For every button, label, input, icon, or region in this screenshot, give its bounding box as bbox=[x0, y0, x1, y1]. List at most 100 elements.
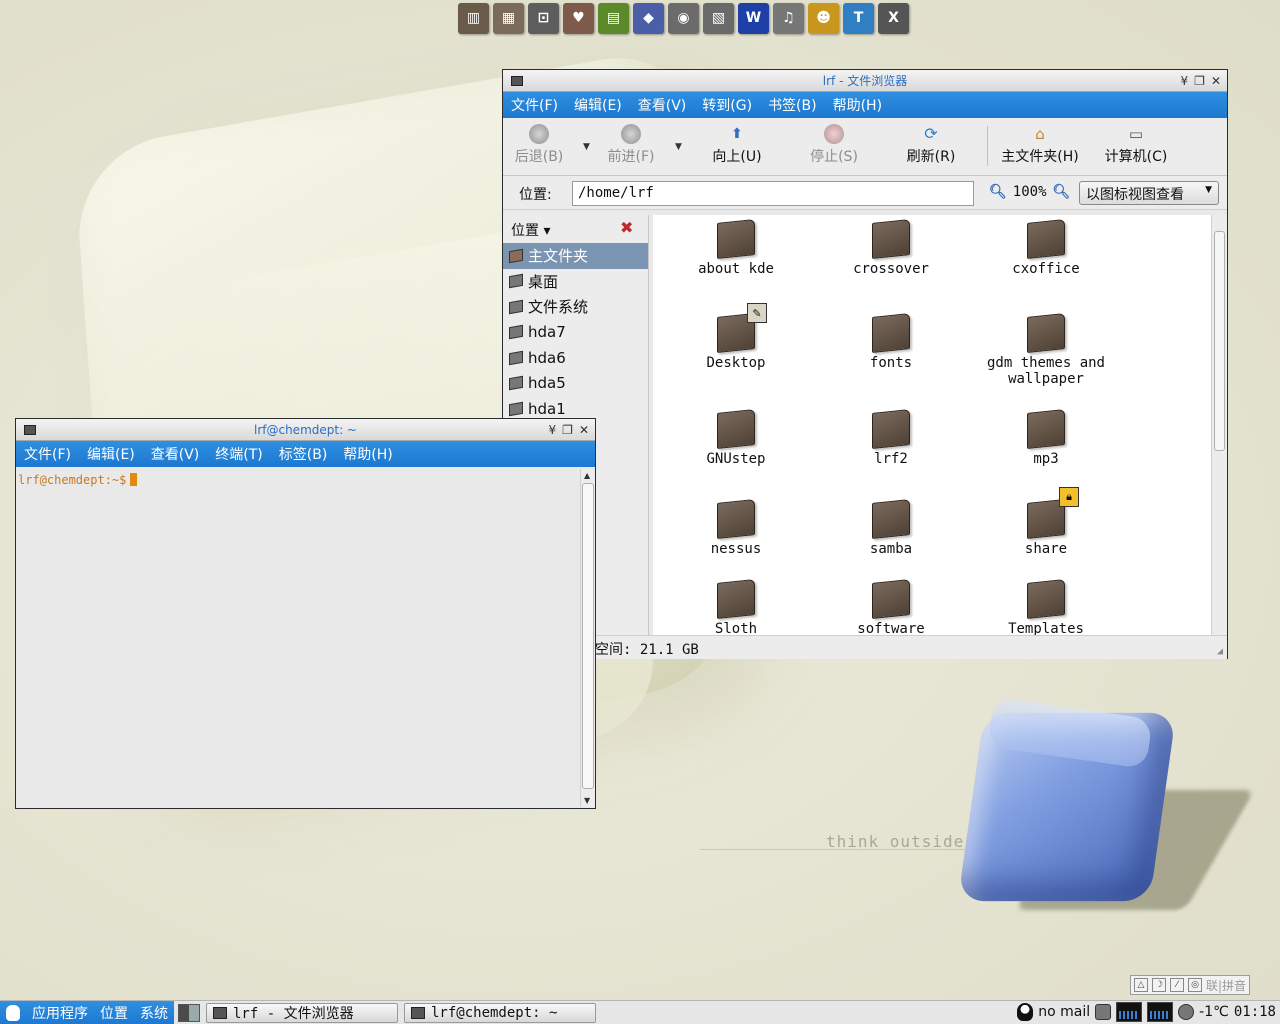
penguin-icon[interactable]: △ bbox=[1134, 978, 1148, 992]
computer-button[interactable]: ▭ 计算机(C) bbox=[1101, 124, 1171, 166]
system-menu[interactable]: 系统 bbox=[140, 1003, 168, 1023]
clock[interactable]: 01:18 bbox=[1234, 1004, 1276, 1020]
menu-file[interactable]: 文件(F) bbox=[503, 95, 566, 115]
menu-help[interactable]: 帮助(H) bbox=[335, 444, 400, 464]
folder-item[interactable]: fonts bbox=[816, 313, 966, 371]
scrollbar-thumb[interactable] bbox=[582, 483, 594, 789]
folder-item[interactable]: GNUstep bbox=[661, 409, 811, 467]
folder-item[interactable]: Sloth bbox=[661, 579, 811, 635]
side-pane-item[interactable]: hda5 bbox=[503, 371, 648, 397]
folder-item[interactable]: Desktop bbox=[661, 313, 811, 371]
terminal-term-icon[interactable]: T bbox=[843, 2, 874, 34]
gimp-icon[interactable]: ◉ bbox=[668, 2, 699, 34]
menu-terminal[interactable]: 终端(T) bbox=[207, 444, 270, 464]
resize-grip-icon[interactable]: ◢ bbox=[1217, 646, 1223, 657]
network-icon[interactable] bbox=[1095, 1004, 1112, 1020]
punctuation-icon[interactable]: ⁄ bbox=[1170, 978, 1184, 992]
back-button[interactable]: 后退(B) bbox=[511, 124, 567, 166]
applications-menu[interactable]: 应用程序 bbox=[32, 1003, 88, 1023]
back-history-dropdown[interactable]: ▼ bbox=[583, 142, 590, 152]
cpu-monitor-icon[interactable] bbox=[1116, 1002, 1143, 1022]
gnome-foot-icon[interactable] bbox=[6, 1004, 20, 1021]
lookup-icon[interactable]: ◎ bbox=[1188, 978, 1202, 992]
folder-item[interactable]: about kde bbox=[661, 219, 811, 277]
scrollbar-thumb[interactable] bbox=[1214, 231, 1225, 451]
folder-item[interactable]: mp3 bbox=[971, 409, 1121, 467]
workspace-switcher[interactable] bbox=[178, 1003, 200, 1022]
folder-item[interactable]: nessus bbox=[661, 499, 811, 557]
maximize-icon[interactable]: ❐ bbox=[1194, 74, 1205, 88]
folder-item[interactable]: gdm themes and wallpaper bbox=[971, 313, 1121, 387]
icon-view-scrollbar[interactable] bbox=[1211, 215, 1227, 635]
file-manager-icon[interactable]: ▥ bbox=[458, 2, 489, 34]
zoom-out-icon[interactable]: 🔍︎ bbox=[989, 184, 1007, 200]
x-window-icon[interactable]: X bbox=[878, 2, 909, 34]
minimize-icon[interactable]: ¥ bbox=[549, 423, 557, 437]
folder-item[interactable]: software bbox=[816, 579, 966, 635]
folder-item[interactable]: Templates bbox=[971, 579, 1121, 635]
half-width-icon[interactable]: ☽ bbox=[1152, 978, 1166, 992]
side-pane-item[interactable]: hda6 bbox=[503, 345, 648, 371]
side-pane-selector[interactable]: 位置 ▾ bbox=[511, 220, 550, 240]
music-notes-icon[interactable]: ♫ bbox=[773, 2, 804, 34]
dictionary-book-icon[interactable]: ▤ bbox=[598, 2, 629, 34]
terminal-scrollbar[interactable]: ▲ ▼ bbox=[580, 469, 595, 807]
stop-button[interactable]: 停止(S) bbox=[806, 124, 862, 166]
education-icon[interactable]: ◆ bbox=[633, 2, 664, 34]
menu-edit[interactable]: 编辑(E) bbox=[79, 444, 143, 464]
folder-item[interactable]: share bbox=[971, 499, 1121, 557]
menu-go[interactable]: 转到(G) bbox=[694, 95, 760, 115]
folder-item[interactable]: crossover bbox=[816, 219, 966, 277]
maximize-icon[interactable]: ❐ bbox=[562, 423, 573, 437]
menu-view[interactable]: 查看(V) bbox=[630, 95, 695, 115]
task-terminal[interactable]: lrf@chemdept: ~ bbox=[404, 1002, 596, 1023]
weather-icon[interactable] bbox=[1178, 1004, 1195, 1020]
forward-button[interactable]: 前进(F) bbox=[603, 124, 659, 166]
location-input[interactable]: /home/lrf bbox=[572, 181, 974, 206]
menu-tabs[interactable]: 标签(B) bbox=[271, 444, 336, 464]
side-pane-item[interactable]: hda7 bbox=[503, 320, 648, 346]
reload-button[interactable]: ⟳ 刷新(R) bbox=[903, 124, 959, 166]
menu-view[interactable]: 查看(V) bbox=[143, 444, 208, 464]
menu-file[interactable]: 文件(F) bbox=[16, 444, 79, 464]
memory-monitor-icon[interactable] bbox=[1147, 1002, 1174, 1022]
task-file-browser[interactable]: lrf - 文件浏览器 bbox=[206, 1002, 398, 1023]
temperature[interactable]: -1℃ bbox=[1199, 1004, 1229, 1020]
minimize-icon[interactable]: ¥ bbox=[1181, 74, 1189, 88]
side-pane-item[interactable]: 桌面 bbox=[503, 269, 648, 295]
penguin-mail-icon[interactable] bbox=[1017, 1003, 1034, 1021]
mail-status[interactable]: no mail bbox=[1038, 1004, 1090, 1020]
side-pane-item[interactable]: 文件系统 bbox=[503, 294, 648, 320]
video-film-icon[interactable]: ▧ bbox=[703, 2, 734, 34]
word-processor-icon[interactable]: W bbox=[738, 2, 769, 34]
user-person-icon[interactable]: ☻ bbox=[808, 2, 839, 34]
terminal-output[interactable]: lrf@chemdept:~$ bbox=[16, 469, 579, 807]
folder-item[interactable]: cxoffice bbox=[971, 219, 1121, 277]
close-icon[interactable]: ✕ bbox=[579, 423, 589, 437]
up-button[interactable]: ⬆ 向上(U) bbox=[709, 124, 765, 166]
view-mode-select[interactable]: 以图标视图查看 ▼ bbox=[1079, 181, 1219, 205]
display-settings-icon[interactable]: ⊡ bbox=[528, 2, 559, 34]
menu-help[interactable]: 帮助(H) bbox=[825, 95, 890, 115]
favorites-folder-icon[interactable]: ♥ bbox=[563, 2, 594, 34]
folder-item[interactable]: samba bbox=[816, 499, 966, 557]
zoom-in-icon[interactable]: 🔍︎ bbox=[1053, 184, 1071, 200]
zoom-level[interactable]: 100% bbox=[1013, 184, 1047, 200]
places-menu[interactable]: 位置 bbox=[100, 1003, 128, 1023]
menu-bookmarks[interactable]: 书签(B) bbox=[760, 95, 825, 115]
close-side-pane-icon[interactable]: ✖ bbox=[620, 218, 633, 237]
documents-icon[interactable]: ▦ bbox=[493, 2, 524, 34]
forward-history-dropdown[interactable]: ▼ bbox=[675, 142, 682, 152]
input-method-bar[interactable]: △ ☽ ⁄ ◎ 联|拼音 bbox=[1130, 975, 1251, 995]
menu-edit[interactable]: 编辑(E) bbox=[566, 95, 630, 115]
side-pane-item[interactable]: 主文件夹 bbox=[503, 243, 648, 269]
file-browser-titlebar[interactable]: lrf - 文件浏览器 ¥ ❐ ✕ bbox=[503, 70, 1227, 92]
terminal-titlebar[interactable]: lrf@chemdept: ~ ¥ ❐ ✕ bbox=[16, 419, 595, 441]
close-icon[interactable]: ✕ bbox=[1211, 74, 1221, 88]
scroll-down-icon[interactable]: ▼ bbox=[584, 796, 590, 805]
folder-icon bbox=[717, 499, 755, 539]
scroll-up-icon[interactable]: ▲ bbox=[584, 471, 590, 480]
home-button[interactable]: ⌂ 主文件夹(H) bbox=[997, 124, 1083, 166]
folder-item[interactable]: lrf2 bbox=[816, 409, 966, 467]
shell-prompt: lrf@chemdept:~$ bbox=[18, 473, 138, 487]
